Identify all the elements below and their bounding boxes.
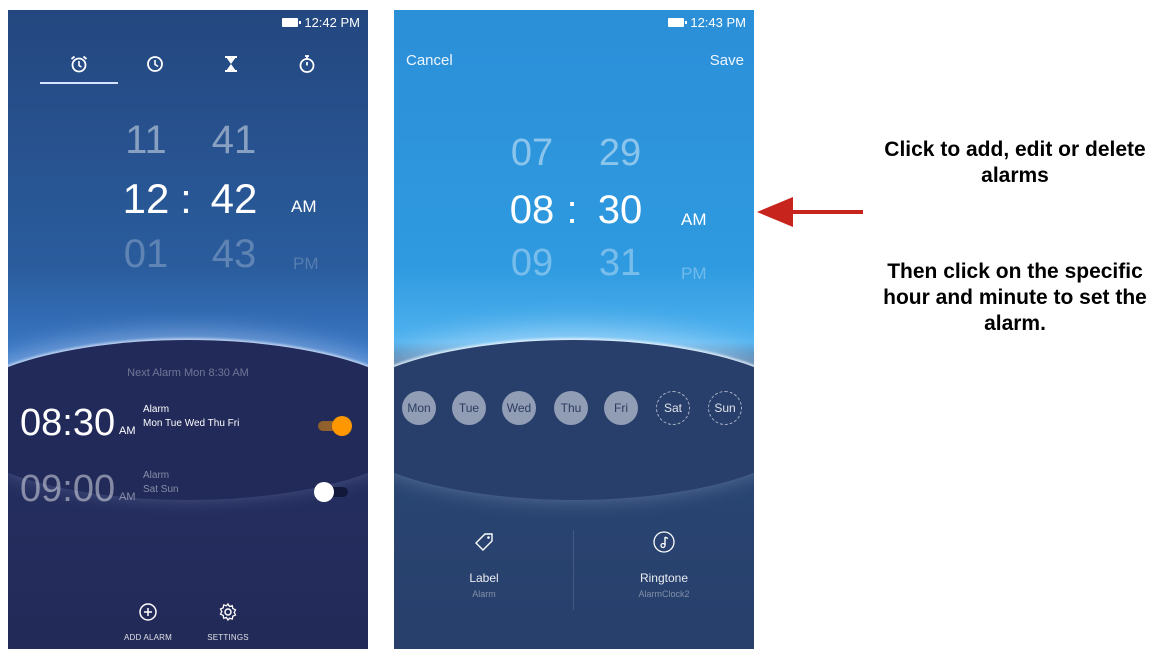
tab-timer[interactable] <box>206 46 256 82</box>
picker-separator: : <box>180 175 192 222</box>
toggle-knob <box>314 482 334 502</box>
picker-separator: : <box>566 188 578 232</box>
day-toggle-sun[interactable]: Sun <box>708 391 742 425</box>
alarm-time: 08:30 <box>20 402 116 444</box>
alarm-days: Sat Sun <box>143 484 179 495</box>
tab-alarm[interactable] <box>40 46 118 84</box>
picker-hour-current[interactable]: 12 <box>116 175 176 223</box>
picker-hour-next[interactable]: 01 <box>116 232 176 277</box>
alarm-ampm: AM <box>119 425 136 437</box>
next-alarm-text: Next Alarm Mon 8:30 AM <box>127 367 249 379</box>
ringtone-option-title: Ringtone <box>639 571 689 585</box>
label-option-value: Alarm <box>472 589 496 599</box>
stopwatch-icon <box>299 55 315 73</box>
day-toggle-tue[interactable]: Tue <box>452 391 486 425</box>
picker-minute-next[interactable]: 31 <box>590 242 650 285</box>
hourglass-icon <box>225 56 237 72</box>
label-option[interactable]: Label Alarm <box>394 530 574 599</box>
alarm-time: 09:00 <box>20 468 116 510</box>
picker-minute-prev[interactable]: 41 <box>204 118 264 163</box>
alarm-clock-icon <box>70 55 88 73</box>
status-bar: 12:42 PM <box>8 10 368 36</box>
picker-hour-prev[interactable]: 07 <box>502 132 562 175</box>
edit-alarm-screen: 12:43 PM Cancel Save 07 29 08 : 30 AM 09… <box>394 10 754 649</box>
label-option-title: Label <box>469 571 499 585</box>
ringtone-option[interactable]: Ringtone AlarmClock2 <box>574 530 754 599</box>
music-note-icon <box>653 531 675 553</box>
add-alarm-button[interactable]: ADD ALARM <box>108 602 188 642</box>
day-toggle-wed[interactable]: Wed <box>502 391 536 425</box>
status-bar: 12:43 PM <box>394 10 754 36</box>
toggle-knob <box>332 416 352 436</box>
alarm-list-screen: 12:42 PM 11 41 12 : 42 AM 01 43 PM Next … <box>8 10 368 649</box>
battery-icon <box>668 18 687 27</box>
picker-am[interactable]: AM <box>291 197 317 217</box>
alarm-label: Alarm <box>143 404 170 415</box>
day-toggle-sat[interactable]: Sat <box>656 391 690 425</box>
tag-icon <box>475 533 493 551</box>
alarm-toggle[interactable] <box>318 416 352 436</box>
tab-stopwatch[interactable] <box>282 46 332 82</box>
picker-hour-prev[interactable]: 11 <box>116 118 176 163</box>
alarm-ampm: AM <box>119 491 136 503</box>
alarm-toggle[interactable] <box>314 482 348 502</box>
cancel-button[interactable]: Cancel <box>406 52 453 69</box>
status-time: 12:42 PM <box>304 15 360 30</box>
settings-label: SETTINGS <box>207 633 249 642</box>
picker-pm[interactable]: PM <box>681 264 707 284</box>
picker-minute-current[interactable]: 30 <box>590 188 650 233</box>
picker-pm[interactable]: PM <box>293 254 319 274</box>
alarm-label: Alarm <box>143 470 170 481</box>
gear-icon <box>219 602 237 622</box>
picker-minute-current[interactable]: 42 <box>204 175 264 223</box>
alarm-row[interactable]: 08:30 AM Alarm Mon Tue Wed Thu Fri <box>8 402 368 452</box>
day-toggle-thu[interactable]: Thu <box>554 391 588 425</box>
save-button[interactable]: Save <box>710 52 744 69</box>
status-time: 12:43 PM <box>690 15 746 30</box>
red-arrow-icon <box>757 197 863 227</box>
picker-am[interactable]: AM <box>681 210 707 230</box>
picker-minute-next[interactable]: 43 <box>204 232 264 277</box>
picker-hour-current[interactable]: 08 <box>502 188 562 233</box>
plus-circle-icon <box>139 603 157 621</box>
instruction-text-2: Then click on the specific hour and minu… <box>883 260 1147 335</box>
day-toggle-mon[interactable]: Mon <box>402 391 436 425</box>
instruction-text-1: Click to add, edit or delete alarms <box>884 138 1146 187</box>
day-toggle-fri[interactable]: Fri <box>604 391 638 425</box>
add-alarm-label: ADD ALARM <box>123 633 173 642</box>
picker-minute-prev[interactable]: 29 <box>590 132 650 175</box>
settings-button[interactable]: SETTINGS <box>188 602 268 642</box>
ringtone-option-value: AlarmClock2 <box>638 589 690 599</box>
alarm-days: Mon Tue Wed Thu Fri <box>143 418 240 429</box>
clock-icon <box>147 56 163 72</box>
tab-world-clock[interactable] <box>130 46 180 82</box>
picker-hour-next[interactable]: 09 <box>502 242 562 285</box>
clock-tabs <box>38 46 338 86</box>
battery-icon <box>282 18 301 27</box>
